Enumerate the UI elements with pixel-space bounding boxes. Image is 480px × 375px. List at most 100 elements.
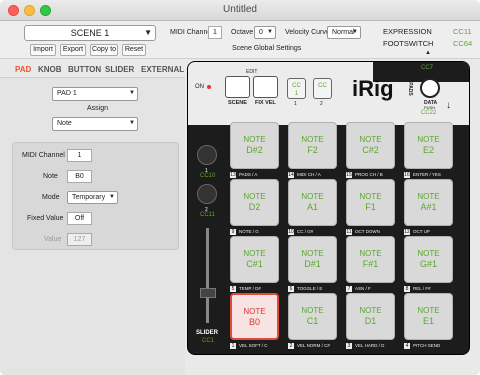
app-window: Untitled SCENE 1 ▼ Import Export Copy to … [0, 0, 480, 375]
pad-note: A1 [306, 202, 318, 212]
scene-global-settings-label: Scene Global Settings [232, 45, 302, 52]
pad-function-label: PROG CH / B [355, 172, 383, 177]
cc21-button[interactable]: CC [313, 78, 332, 99]
velocity-curve-select[interactable]: Normal ▼ [327, 26, 361, 39]
pad-number: 10 [288, 229, 294, 235]
pad-number: 5 [230, 286, 236, 292]
pad-function-label: NOTE / G [239, 229, 259, 234]
pad-number: 6 [288, 286, 294, 292]
tab-slider[interactable]: SLIDER [105, 65, 134, 74]
slider-handle[interactable] [200, 288, 216, 298]
expression-cc: CC11 [453, 27, 472, 36]
pad-number: 9 [230, 229, 236, 235]
tab-button[interactable]: BUTTON [68, 65, 101, 74]
pad-function-label: MIDI CH / A [297, 172, 321, 177]
pad-number: 8 [404, 286, 410, 292]
pad-type: NOTE [243, 307, 266, 316]
mode-label: Mode [42, 194, 60, 201]
pad-note: F#1 [362, 259, 379, 269]
pad-type: NOTE [301, 192, 324, 201]
pad-note: F2 [307, 145, 318, 155]
value-field[interactable]: 127 [67, 233, 92, 246]
pad-2[interactable]: NOTE C1 [288, 293, 337, 340]
velocity-curve-label: Velocity Curve [285, 29, 330, 36]
octave-select[interactable]: 0 ▼ [254, 26, 276, 39]
pad-type: NOTE [417, 135, 440, 144]
copy-to-button[interactable]: Copy to [90, 44, 118, 56]
knob-1[interactable] [197, 145, 217, 165]
reset-button[interactable]: Reset [122, 44, 146, 56]
pad-14[interactable]: NOTE F2 [288, 122, 337, 169]
pad-type: NOTE [243, 135, 266, 144]
edit-label: EDIT [246, 69, 258, 75]
pad-function-label: ASN / F [355, 286, 371, 291]
footswitch-cc: CC64 [453, 39, 473, 48]
pad-note: E2 [422, 145, 434, 155]
pad-number: 12 [404, 229, 410, 235]
pad-function-label: ENTER / YES [413, 172, 441, 177]
pad-number: 15 [346, 172, 352, 178]
export-button[interactable]: Export [60, 44, 86, 56]
pad-note: C#1 [246, 259, 263, 269]
pad-number: 7 [346, 286, 352, 292]
down-arrow-icon: ↓ [446, 100, 451, 111]
pad-13[interactable]: NOTE D#2 [230, 122, 279, 169]
pad-5[interactable]: NOTE C#1 [230, 236, 279, 283]
midi-channel-label: MIDI Channel [170, 29, 213, 36]
pad-4[interactable]: NOTE E1 [404, 293, 453, 340]
tab-knob[interactable]: KNOB [38, 65, 62, 74]
pad-number: 3 [346, 343, 352, 349]
pad-type: NOTE [359, 306, 382, 315]
pad-note: B0 [248, 317, 260, 327]
pad-function-label: OCT UP [413, 229, 430, 234]
pad-9[interactable]: NOTE D2 [230, 179, 279, 226]
mode-select[interactable]: Temporary ▼ [67, 191, 118, 204]
pad-number: 16 [404, 172, 410, 178]
pad-11[interactable]: NOTE F1 [346, 179, 395, 226]
scene-button-label: SCENE [228, 100, 247, 106]
import-button[interactable]: Import [30, 44, 56, 56]
pad-type: NOTE [243, 192, 266, 201]
tab-external[interactable]: EXTERNAL [141, 65, 184, 74]
pad-3[interactable]: NOTE D1 [346, 293, 395, 340]
pad-note: D#1 [304, 259, 321, 269]
note-field[interactable]: B0 [67, 170, 92, 183]
window-title: Untitled [223, 4, 257, 15]
on-label: ON [195, 84, 204, 90]
pad-midi-channel-label: MIDI Channel [22, 152, 65, 159]
pad-type: NOTE [417, 306, 440, 315]
pad-12[interactable]: NOTE A#1 [404, 179, 453, 226]
pad-15[interactable]: NOTE C#2 [346, 122, 395, 169]
pad-type: NOTE [301, 249, 324, 258]
pad-16[interactable]: NOTE E2 [404, 122, 453, 169]
pad-function-label: REL / F# [413, 286, 431, 291]
cc20-button[interactable]: CC 1 [287, 78, 306, 99]
data-encoder-knob[interactable] [420, 78, 440, 98]
knob-2[interactable] [197, 184, 217, 204]
fixed-value-field[interactable]: Off [67, 212, 92, 225]
assign-select[interactable]: Note ▼ [52, 117, 138, 131]
pad-type: NOTE [417, 249, 440, 258]
scene-midi-channel-field[interactable]: 1 [208, 26, 222, 39]
pad-8[interactable]: NOTE G#1 [404, 236, 453, 283]
pad-1[interactable]: NOTE B0 [230, 293, 279, 340]
pad-midi-channel-field[interactable]: 1 [67, 149, 92, 162]
scene-select[interactable]: SCENE 1 ▼ [24, 25, 156, 41]
pad-number: 13 [230, 172, 236, 178]
tab-pad[interactable]: PAD [15, 65, 31, 74]
fix-vel-button[interactable] [253, 76, 278, 98]
pad-type: NOTE [417, 192, 440, 201]
pad-select[interactable]: PAD 1 ▼ [52, 87, 138, 101]
octave-label: Octave [231, 29, 254, 36]
pad-7[interactable]: NOTE F#1 [346, 236, 395, 283]
pad-10[interactable]: NOTE A1 [288, 179, 337, 226]
footswitch-label: FOOTSWITCH [383, 39, 434, 48]
fixed-value-label: Fixed Value [27, 215, 64, 222]
cc7-label: CC7 [421, 65, 434, 71]
pad-6[interactable]: NOTE D#1 [288, 236, 337, 283]
pad-note: D#2 [246, 145, 263, 155]
slider-cc: CC1 [202, 338, 215, 344]
scene-button[interactable] [225, 76, 250, 98]
pad-note: D1 [364, 316, 377, 326]
note-label: Note [43, 173, 58, 180]
